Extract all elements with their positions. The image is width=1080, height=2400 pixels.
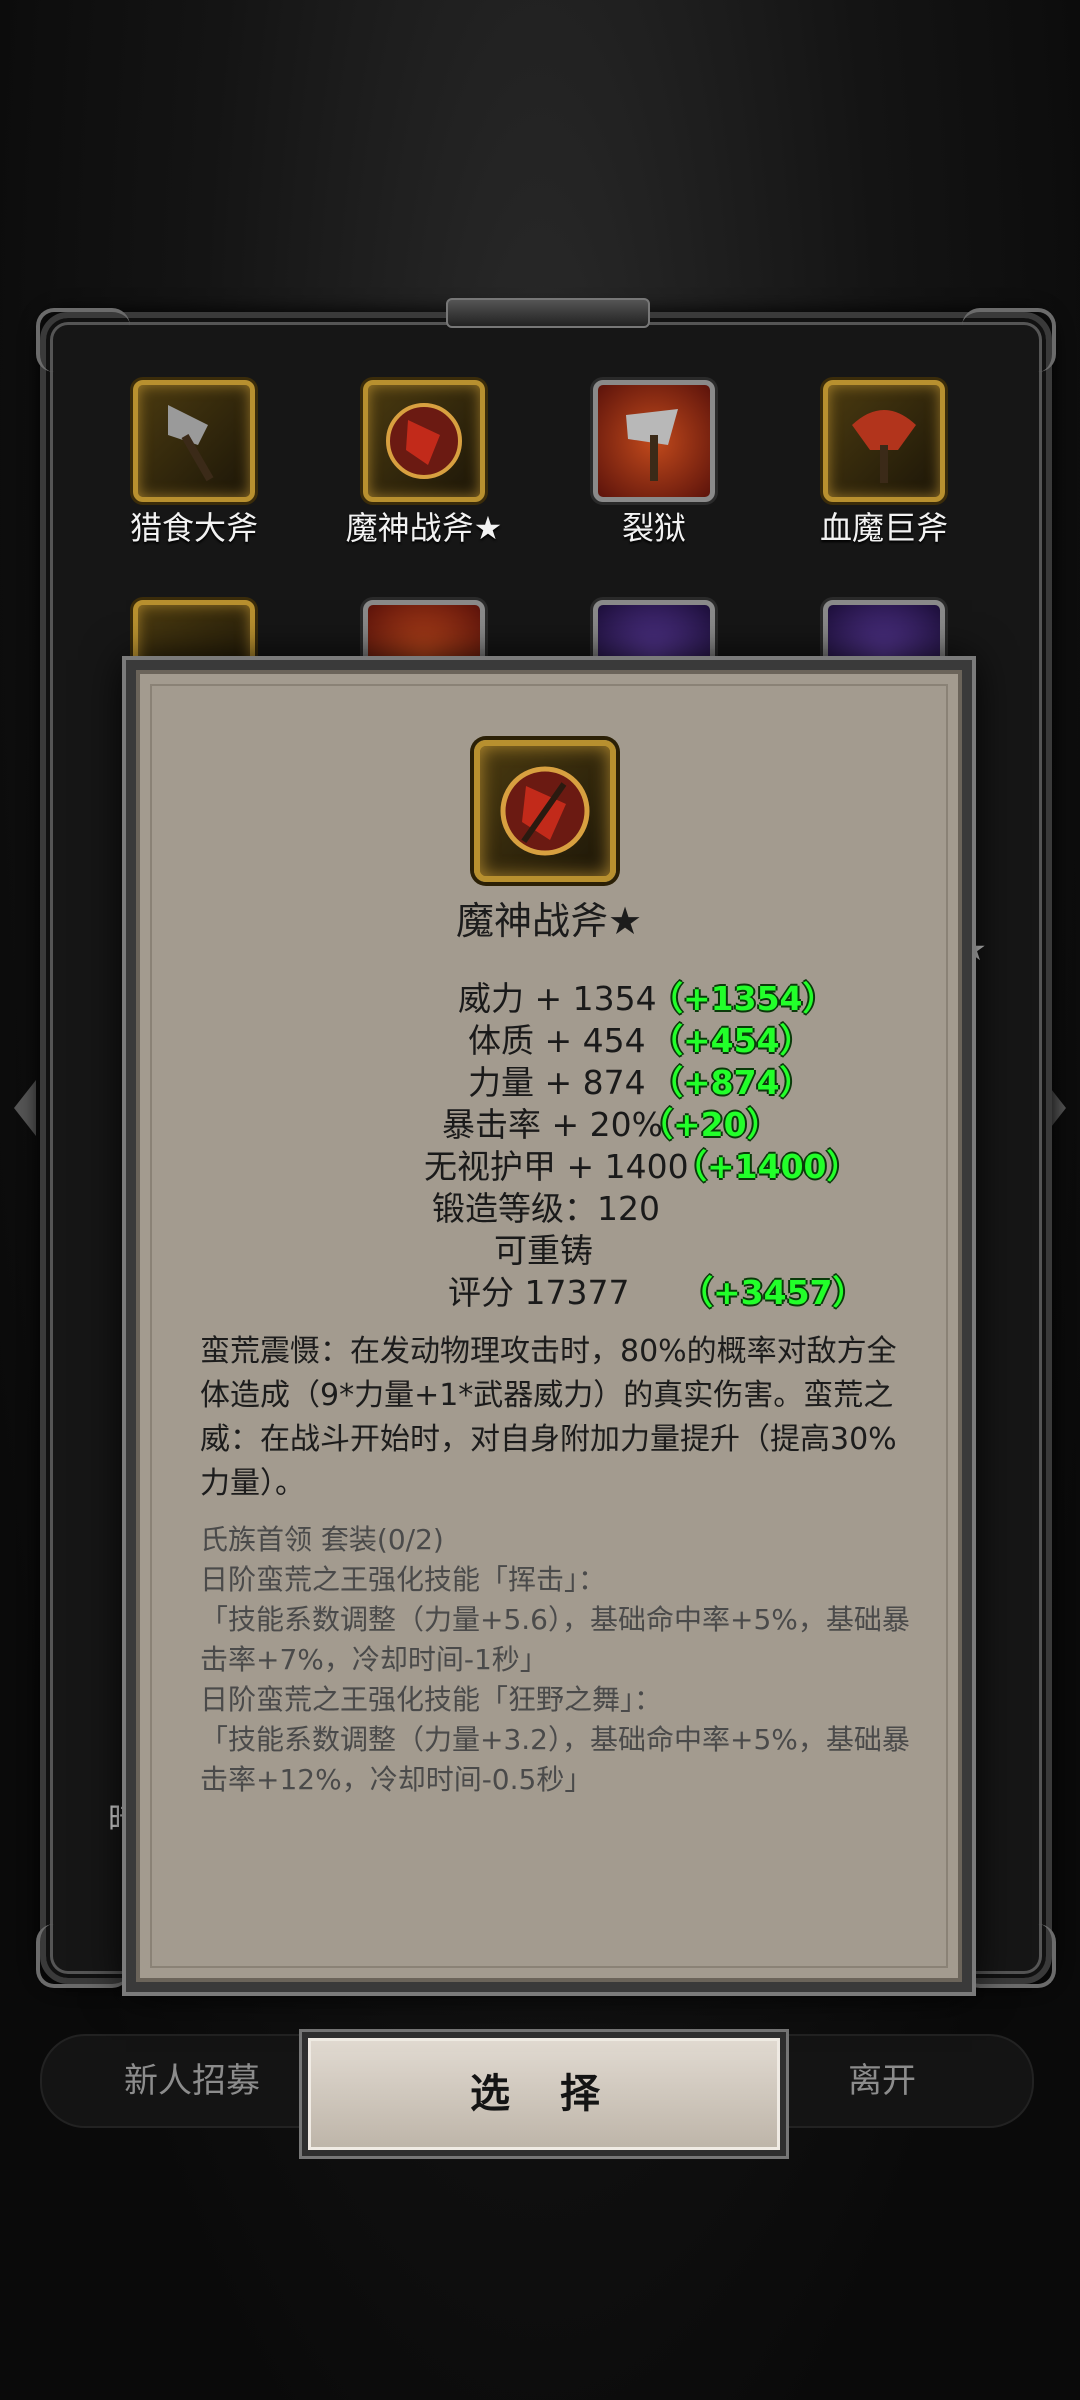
stat-constitution: 体质 + 454 [468,1021,646,1060]
stat-power: 威力 + 1354 [458,979,657,1018]
frame-corner [36,1924,130,1988]
weapon-name: 猎食大斧 [129,509,258,547]
reforge-status: 可重铸 [494,1231,593,1270]
recruit-button[interactable]: 新人招募 [40,2034,344,2128]
item-description: 蛮荒震慑：在发动物理攻击时，80%的概率对敌方全体造成（9*力量+1*武器威力）… [200,1334,897,1501]
stat-crit-rate: 暴击率 + 20% [442,1105,663,1144]
prev-arrow-icon[interactable] [14,1080,36,1136]
stat-strength-bonus: （+874） [650,1063,813,1102]
stat-armor-ignore-bonus: （+1400） [674,1147,860,1186]
select-button[interactable]: 选 择 [302,2032,786,2156]
weapon-name: 血魔巨斧 [819,509,948,547]
stat-crit-rate-bonus: （+20） [640,1105,780,1144]
item-name: 魔神战斧★ [455,899,643,943]
item-detail-popup: 魔神战斧★ 威力 + 1354 （+1354） 体质 + 454 （+454） … [126,660,972,1992]
frame-corner [962,308,1056,372]
stat-power-bonus: （+1354） [650,979,836,1018]
demon-axe-icon [363,380,485,502]
score-bonus: （+3457） [680,1273,866,1312]
axe-icon [133,380,255,502]
set-line: 「技能系数调整（力量+3.2），基础命中率+5%，基础暴击率+12%，冷却时间-… [200,1723,910,1796]
demon-axe-icon [474,740,616,882]
cleaver-axe-icon [593,380,715,502]
stat-constitution-bonus: （+454） [650,1021,813,1060]
blood-axe-icon [823,380,945,502]
stat-strength: 力量 + 874 [468,1063,646,1102]
set-line: 日阶蛮荒之王强化技能「狂野之舞」： [200,1683,663,1716]
weapon-slot-1[interactable]: 猎食大斧 [84,380,304,548]
stat-armor-ignore: 无视护甲 + 1400 [424,1147,689,1186]
set-line: 「技能系数调整（力量+5.6），基础命中率+5%，基础暴击率+7%，冷却时间-1… [200,1603,910,1676]
weapon-slot-2[interactable]: 魔神战斧★ [314,380,534,548]
window-title-plate [446,298,650,328]
score: 评分 17377 [448,1273,630,1312]
frame-corner [962,1924,1056,1988]
set-title: 氏族首领 套装(0/2) [200,1523,444,1556]
set-line: 日阶蛮荒之王强化技能「挥击」： [200,1563,607,1596]
frame-corner [36,308,130,372]
weapon-slot-4[interactable]: 血魔巨斧 [774,380,994,548]
weapon-name: 魔神战斧★ [345,509,503,547]
weapon-slot-3[interactable]: 裂狱 [544,380,764,548]
forge-level: 锻造等级：120 [432,1189,660,1228]
weapon-name: 裂狱 [621,509,686,547]
